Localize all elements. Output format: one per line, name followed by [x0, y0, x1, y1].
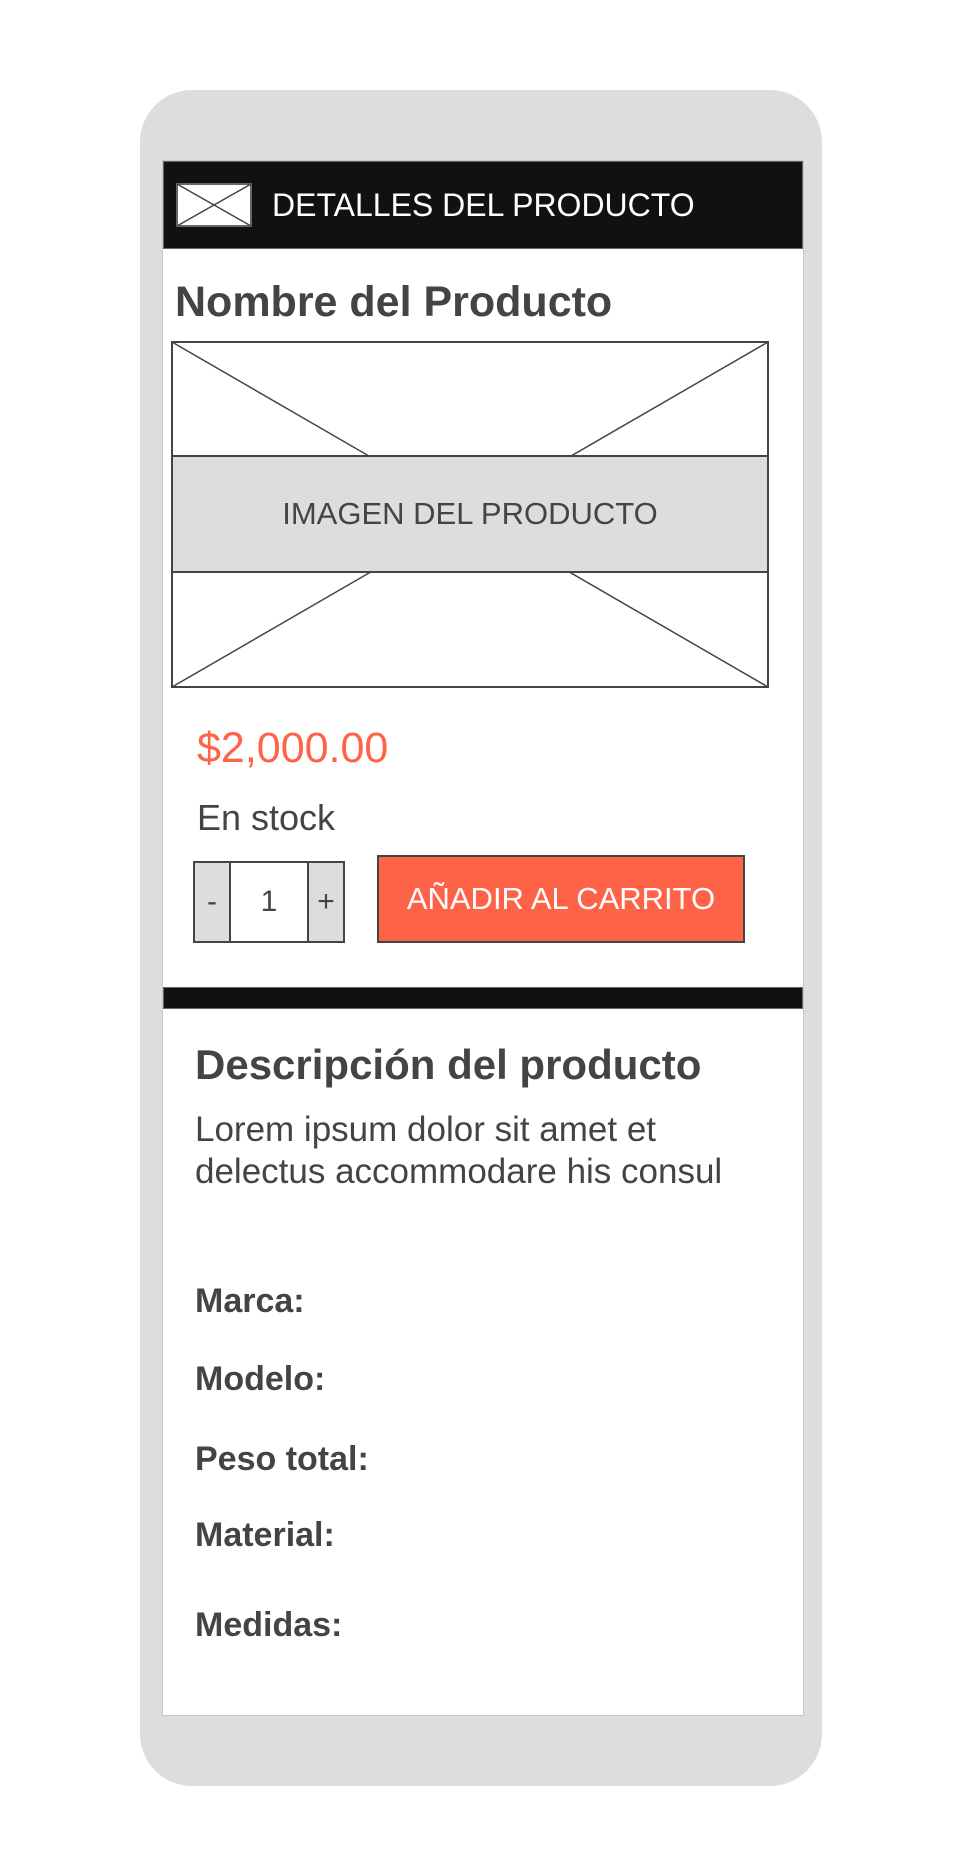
spec-model-label: Modelo:	[195, 1360, 326, 1398]
product-image-label: IMAGEN DEL PRODUCTO	[282, 496, 658, 531]
spec-brand-label: Marca:	[195, 1282, 305, 1320]
image-placeholder-icon	[176, 183, 252, 227]
spec-material-label: Material:	[195, 1516, 335, 1554]
section-divider	[163, 987, 803, 1009]
product-name: Nombre del Producto	[175, 278, 613, 326]
app-screen: DETALLES DEL PRODUCTO Nombre del Product…	[162, 160, 804, 1716]
product-price: $2,000.00	[197, 724, 389, 772]
top-app-bar: DETALLES DEL PRODUCTO	[163, 161, 803, 249]
header-title: DETALLES DEL PRODUCTO	[272, 187, 695, 223]
add-to-cart-button[interactable]: AÑADIR AL CARRITO	[377, 855, 745, 943]
product-image-placeholder: IMAGEN DEL PRODUCTO	[171, 341, 769, 688]
description-title: Descripción del producto	[195, 1041, 702, 1088]
quantity-stepper: - 1 +	[193, 861, 345, 943]
spec-weight-label: Peso total:	[195, 1440, 369, 1478]
spec-dimensions-label: Medidas:	[195, 1606, 343, 1644]
quantity-input[interactable]: 1	[231, 863, 307, 941]
decrement-button[interactable]: -	[195, 863, 231, 941]
description-text: Lorem ipsum dolor sit amet et delectus a…	[195, 1110, 723, 1191]
stock-status: En stock	[197, 797, 336, 838]
increment-button[interactable]: +	[307, 863, 343, 941]
